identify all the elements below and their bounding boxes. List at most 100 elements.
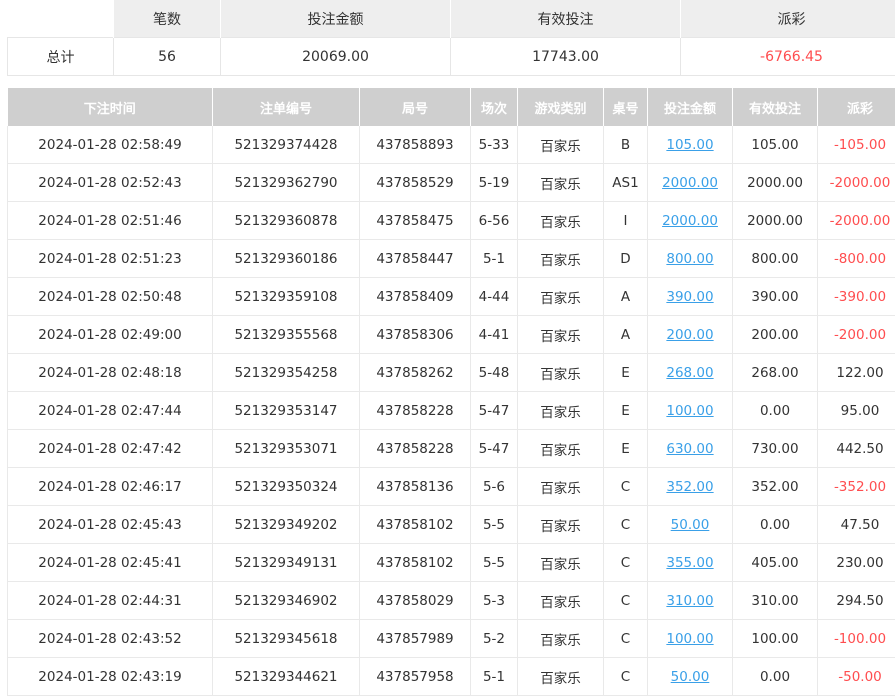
bet-amount-link[interactable]: 100.00 xyxy=(666,631,713,647)
bet-amount-link[interactable]: 200.00 xyxy=(666,327,713,343)
column-header-payout[interactable]: 派彩 xyxy=(818,88,895,126)
cell-session: 5-48 xyxy=(471,354,518,392)
cell-round-id: 437858447 xyxy=(360,240,471,278)
bet-amount-link[interactable]: 105.00 xyxy=(666,137,713,153)
cell-valid-bet: 105.00 xyxy=(733,126,818,164)
bet-amount-link[interactable]: 50.00 xyxy=(671,517,710,533)
cell-table-no: E xyxy=(604,354,648,392)
cell-table-no: B xyxy=(604,126,648,164)
cell-bet-id: 521329344621 xyxy=(213,658,360,696)
cell-table-no: C xyxy=(604,620,648,658)
cell-valid-bet: 0.00 xyxy=(733,658,818,696)
summary-header-count: 笔数 xyxy=(114,0,221,38)
cell-round-id: 437858529 xyxy=(360,164,471,202)
cell-game-type: 百家乐 xyxy=(518,658,604,696)
cell-payout: 122.00 xyxy=(818,354,895,392)
cell-valid-bet: 100.00 xyxy=(733,620,818,658)
cell-valid-bet: 0.00 xyxy=(733,392,818,430)
column-header-bet-time[interactable]: 下注时间 xyxy=(8,88,213,126)
table-row: 2024-01-28 02:50:48521329359108437858409… xyxy=(8,278,895,316)
bet-amount-link[interactable]: 2000.00 xyxy=(662,213,718,229)
summary-table: 笔数 投注金额 有效投注 派彩 总计 56 20069.00 17743.00 … xyxy=(7,0,895,76)
cell-bet-time: 2024-01-28 02:45:43 xyxy=(8,506,213,544)
cell-round-id: 437857989 xyxy=(360,620,471,658)
cell-session: 5-2 xyxy=(471,620,518,658)
bet-amount-link[interactable]: 310.00 xyxy=(666,593,713,609)
cell-bet-id: 521329355568 xyxy=(213,316,360,354)
table-row: 2024-01-28 02:51:23521329360186437858447… xyxy=(8,240,895,278)
cell-game-type: 百家乐 xyxy=(518,278,604,316)
cell-payout: -352.00 xyxy=(818,468,895,506)
cell-bet-id: 521329360878 xyxy=(213,202,360,240)
cell-valid-bet: 310.00 xyxy=(733,582,818,620)
cell-session: 4-44 xyxy=(471,278,518,316)
table-row: 2024-01-28 02:45:41521329349131437858102… xyxy=(8,544,895,582)
bet-amount-link[interactable]: 352.00 xyxy=(666,479,713,495)
column-header-session[interactable]: 场次 xyxy=(471,88,518,126)
cell-bet-id: 521329350324 xyxy=(213,468,360,506)
cell-round-id: 437858306 xyxy=(360,316,471,354)
cell-round-id: 437858228 xyxy=(360,392,471,430)
cell-round-id: 437858893 xyxy=(360,126,471,164)
bet-amount-link[interactable]: 355.00 xyxy=(666,555,713,571)
bet-amount-link[interactable]: 100.00 xyxy=(666,403,713,419)
cell-bet-id: 521329346902 xyxy=(213,582,360,620)
bet-amount-link[interactable]: 50.00 xyxy=(671,669,710,685)
cell-bet-time: 2024-01-28 02:51:46 xyxy=(8,202,213,240)
cell-valid-bet: 200.00 xyxy=(733,316,818,354)
cell-bet-id: 521329353071 xyxy=(213,430,360,468)
cell-bet-time: 2024-01-28 02:58:49 xyxy=(8,126,213,164)
cell-bet-amount: 630.00 xyxy=(648,430,733,468)
bet-amount-link[interactable]: 2000.00 xyxy=(662,175,718,191)
cell-valid-bet: 390.00 xyxy=(733,278,818,316)
cell-session: 5-33 xyxy=(471,126,518,164)
cell-round-id: 437858409 xyxy=(360,278,471,316)
bet-amount-link[interactable]: 390.00 xyxy=(666,289,713,305)
summary-total-row: 总计 56 20069.00 17743.00 -6766.45 xyxy=(8,38,895,76)
table-row: 2024-01-28 02:46:17521329350324437858136… xyxy=(8,468,895,506)
cell-table-no: C xyxy=(604,468,648,506)
cell-table-no: E xyxy=(604,392,648,430)
table-row: 2024-01-28 02:51:46521329360878437858475… xyxy=(8,202,895,240)
column-header-bet-amount[interactable]: 投注金额 xyxy=(648,88,733,126)
cell-bet-amount: 50.00 xyxy=(648,506,733,544)
cell-valid-bet: 268.00 xyxy=(733,354,818,392)
cell-bet-id: 521329360186 xyxy=(213,240,360,278)
column-header-table-no[interactable]: 桌号 xyxy=(604,88,648,126)
table-row: 2024-01-28 02:43:52521329345618437857989… xyxy=(8,620,895,658)
cell-game-type: 百家乐 xyxy=(518,582,604,620)
cell-valid-bet: 730.00 xyxy=(733,430,818,468)
cell-table-no: E xyxy=(604,430,648,468)
bet-amount-link[interactable]: 630.00 xyxy=(666,441,713,457)
cell-session: 5-47 xyxy=(471,392,518,430)
cell-bet-time: 2024-01-28 02:45:41 xyxy=(8,544,213,582)
column-header-valid-bet[interactable]: 有效投注 xyxy=(733,88,818,126)
column-header-bet-id[interactable]: 注单编号 xyxy=(213,88,360,126)
cell-round-id: 437858136 xyxy=(360,468,471,506)
cell-bet-id: 521329354258 xyxy=(213,354,360,392)
cell-bet-amount: 2000.00 xyxy=(648,164,733,202)
bet-amount-link[interactable]: 268.00 xyxy=(666,365,713,381)
cell-round-id: 437858102 xyxy=(360,506,471,544)
cell-game-type: 百家乐 xyxy=(518,354,604,392)
cell-round-id: 437858228 xyxy=(360,430,471,468)
table-row: 2024-01-28 02:44:31521329346902437858029… xyxy=(8,582,895,620)
cell-payout: 230.00 xyxy=(818,544,895,582)
cell-round-id: 437858102 xyxy=(360,544,471,582)
cell-table-no: C xyxy=(604,544,648,582)
cell-table-no: C xyxy=(604,582,648,620)
bet-amount-link[interactable]: 800.00 xyxy=(666,251,713,267)
column-header-game-type[interactable]: 游戏类别 xyxy=(518,88,604,126)
cell-game-type: 百家乐 xyxy=(518,468,604,506)
cell-bet-amount: 800.00 xyxy=(648,240,733,278)
cell-payout: -2000.00 xyxy=(818,164,895,202)
cell-valid-bet: 800.00 xyxy=(733,240,818,278)
cell-payout: -200.00 xyxy=(818,316,895,354)
cell-payout: 294.50 xyxy=(818,582,895,620)
column-header-round-id[interactable]: 局号 xyxy=(360,88,471,126)
cell-payout: -50.00 xyxy=(818,658,895,696)
cell-bet-time: 2024-01-28 02:44:31 xyxy=(8,582,213,620)
cell-bet-amount: 310.00 xyxy=(648,582,733,620)
summary-header-bet-amount: 投注金额 xyxy=(221,0,451,38)
cell-bet-id: 521329349202 xyxy=(213,506,360,544)
